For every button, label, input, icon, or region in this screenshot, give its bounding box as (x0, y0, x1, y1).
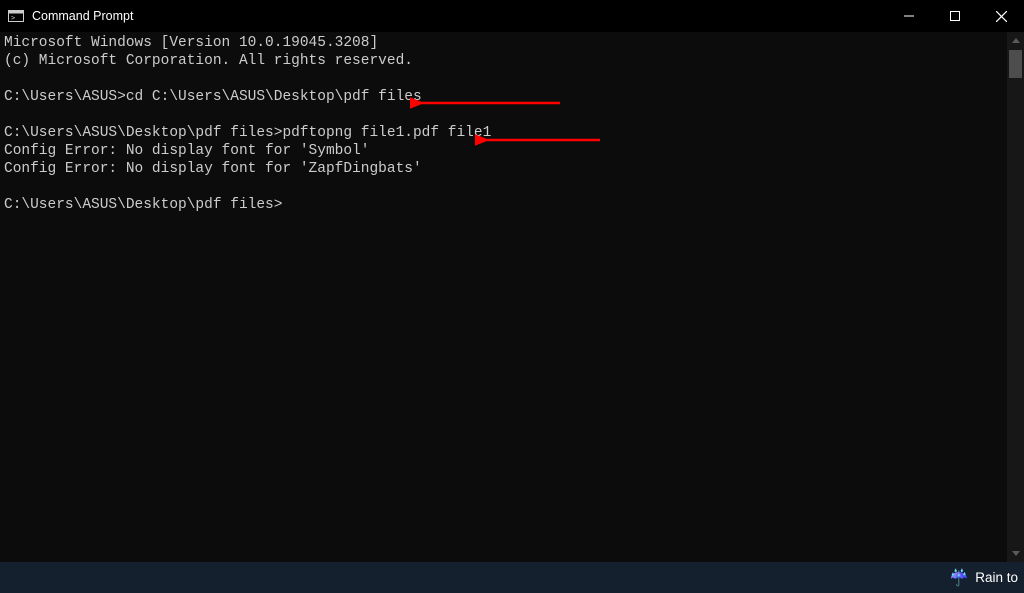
terminal-line: Config Error: No display font for 'ZapfD… (4, 161, 422, 177)
svg-text:>_: >_ (11, 14, 20, 22)
weather-widget[interactable]: ☔ Rain to (949, 568, 1018, 588)
minimize-button[interactable] (886, 0, 932, 32)
window-title: Command Prompt (32, 9, 133, 23)
weather-label: Rain to (975, 570, 1018, 585)
terminal-output[interactable]: Microsoft Windows [Version 10.0.19045.32… (0, 32, 1007, 562)
terminal-line: C:\Users\ASUS\Desktop\pdf files> (4, 197, 282, 213)
taskbar[interactable]: ☔ Rain to (0, 562, 1024, 593)
command-prompt-icon: >_ (8, 8, 24, 24)
terminal-area: Microsoft Windows [Version 10.0.19045.32… (0, 32, 1024, 562)
rain-icon: ☔ (949, 568, 969, 588)
scroll-down-button[interactable] (1007, 545, 1024, 562)
command-prompt-window: >_ Command Prompt Microsoft Windows [Ver… (0, 0, 1024, 562)
terminal-line: C:\Users\ASUS\Desktop\pdf files>pdftopng… (4, 125, 491, 141)
scroll-thumb[interactable] (1009, 50, 1022, 78)
terminal-line: Microsoft Windows [Version 10.0.19045.32… (4, 35, 378, 51)
vertical-scrollbar[interactable] (1007, 32, 1024, 562)
scroll-up-button[interactable] (1007, 32, 1024, 49)
titlebar[interactable]: >_ Command Prompt (0, 0, 1024, 32)
terminal-line: Config Error: No display font for 'Symbo… (4, 143, 369, 159)
terminal-line: (c) Microsoft Corporation. All rights re… (4, 53, 413, 69)
maximize-button[interactable] (932, 0, 978, 32)
close-button[interactable] (978, 0, 1024, 32)
terminal-line: C:\Users\ASUS>cd C:\Users\ASUS\Desktop\p… (4, 89, 422, 105)
